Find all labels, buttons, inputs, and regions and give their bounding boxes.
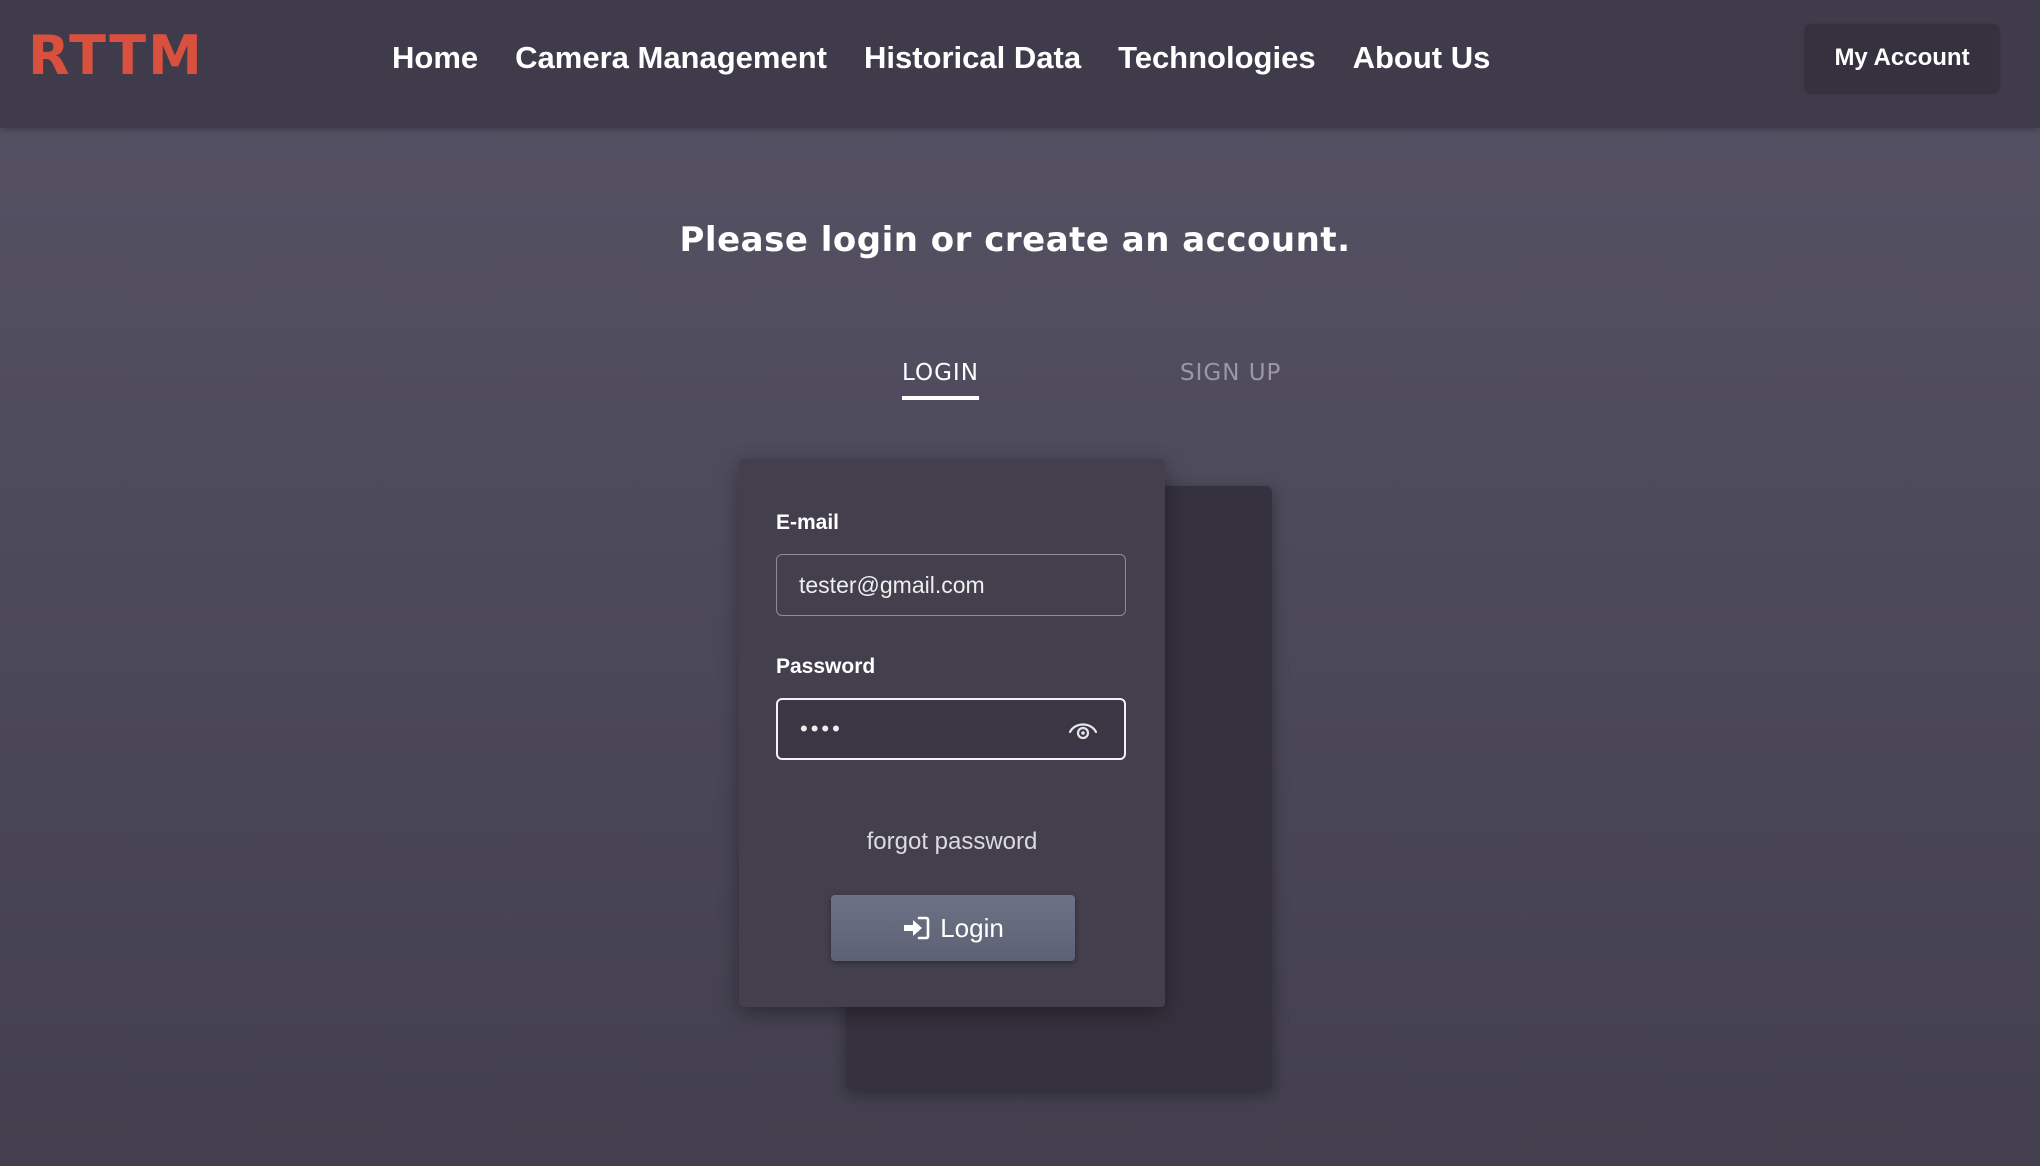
forgot-password-link[interactable]: forgot password bbox=[739, 828, 1165, 856]
my-account-button[interactable]: My Account bbox=[1805, 24, 1999, 92]
nav-link-camera-management[interactable]: Camera Management bbox=[515, 40, 827, 76]
page-title: Please login or create an account. bbox=[679, 220, 1351, 260]
eye-icon[interactable] bbox=[1068, 717, 1098, 743]
navbar: RTTM Home Camera Management Historical D… bbox=[0, 0, 2040, 128]
email-field[interactable]: tester@gmail.com bbox=[776, 554, 1126, 616]
main-nav: Home Camera Management Historical Data T… bbox=[392, 34, 1527, 82]
nav-link-technologies[interactable]: Technologies bbox=[1118, 40, 1316, 76]
password-label: Password bbox=[776, 655, 876, 678]
email-value: tester@gmail.com bbox=[799, 571, 985, 598]
password-field[interactable]: •••• bbox=[776, 698, 1126, 760]
login-form: E-mail tester@gmail.com Password •••• fo… bbox=[739, 459, 1165, 1007]
tab-sign-up[interactable]: SIGN UP bbox=[1180, 360, 1281, 396]
sign-in-icon bbox=[904, 916, 930, 940]
nav-link-home[interactable]: Home bbox=[392, 40, 478, 76]
brand-logo[interactable]: RTTM bbox=[28, 24, 204, 88]
login-button-label: Login bbox=[940, 912, 1004, 943]
tab-login[interactable]: LOGIN bbox=[902, 360, 979, 400]
nav-link-historical-data[interactable]: Historical Data bbox=[864, 40, 1081, 76]
password-value: •••• bbox=[800, 716, 843, 741]
nav-link-about-us[interactable]: About Us bbox=[1353, 40, 1491, 76]
login-button[interactable]: Login bbox=[831, 895, 1075, 961]
email-label: E-mail bbox=[776, 511, 840, 534]
